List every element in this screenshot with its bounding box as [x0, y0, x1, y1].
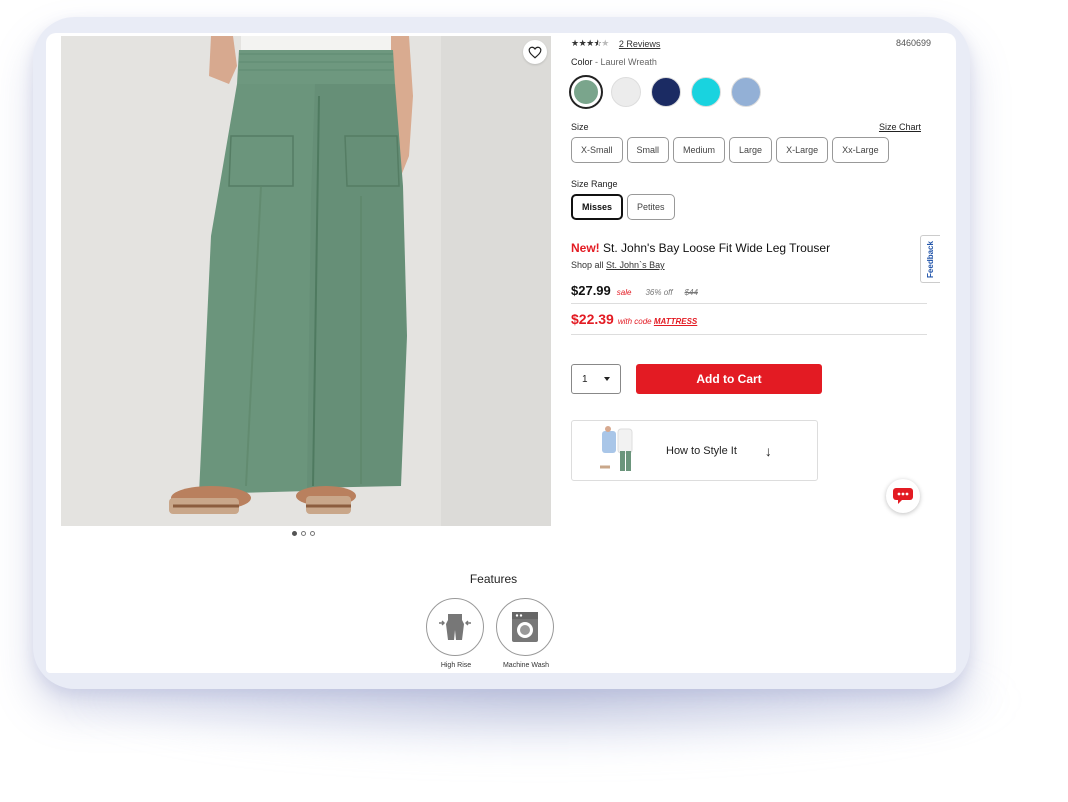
color-value: Laurel Wreath — [600, 57, 657, 67]
feature-label: Machine Wash — [502, 662, 550, 669]
size-range-misses[interactable]: Misses — [571, 194, 624, 220]
outfit-thumbnail — [600, 425, 633, 471]
shop-all-row: Shop all St. John`s Bay — [571, 260, 665, 270]
feature-label: High Rise — [440, 662, 472, 669]
quantity-select[interactable]: 1 — [571, 364, 621, 394]
swatch-chambray[interactable] — [731, 77, 761, 107]
size-range-label: Size Range — [571, 179, 618, 189]
size-option-large[interactable]: Large — [729, 137, 773, 163]
size-chart-link[interactable]: Size Chart — [879, 122, 921, 132]
product-sku: 8460699 — [895, 38, 931, 48]
promo-price: $22.39 — [571, 311, 614, 327]
carousel-dot[interactable] — [292, 531, 297, 536]
promo-text: with code MATTRESS — [617, 317, 698, 326]
wishlist-heart-button[interactable] — [523, 40, 547, 64]
chat-button[interactable] — [886, 479, 920, 513]
tablet-frame: ★★★☆★★ 2 Reviews 8460699 Color - Laurel … — [33, 17, 970, 689]
promo-row: $22.39 with code MATTRESS — [571, 311, 697, 327]
pants-photo — [61, 36, 551, 526]
size-option-x-small[interactable]: X-Small — [571, 137, 623, 163]
feature-circle — [496, 598, 554, 656]
reviews-link[interactable]: 2 Reviews — [619, 39, 661, 49]
feature-high-rise: High Rise — [426, 598, 486, 669]
rating-row: ★★★☆★★ 2 Reviews — [571, 38, 660, 49]
size-option-xx-large[interactable]: Xx-Large — [832, 137, 889, 163]
promo-code[interactable]: MATTRESS — [654, 317, 697, 326]
brand-link[interactable]: St. John`s Bay — [606, 260, 665, 270]
new-badge: New! — [571, 241, 600, 255]
color-label: Color — [571, 57, 593, 67]
swatch-turquoise[interactable] — [691, 77, 721, 107]
how-to-style-it-label: How to Style It — [666, 444, 737, 457]
carousel-dot[interactable] — [310, 531, 315, 536]
size-options: X-Small Small Medium Large X-Large Xx-La… — [571, 137, 889, 163]
arrow-down-icon: ↓ — [764, 442, 772, 459]
swatch-navy[interactable] — [651, 77, 681, 107]
quantity-value: 1 — [582, 373, 588, 385]
high-rise-icon — [439, 614, 471, 640]
product-page: ★★★☆★★ 2 Reviews 8460699 Color - Laurel … — [46, 33, 956, 673]
original-price: $44 — [684, 288, 698, 297]
percent-off: 36% off — [645, 288, 673, 297]
size-option-x-large[interactable]: X-Large — [776, 137, 829, 163]
swatch-white[interactable] — [611, 77, 641, 107]
divider — [571, 303, 927, 304]
washing-machine-icon — [512, 612, 538, 642]
carousel-dot[interactable] — [301, 531, 306, 536]
feature-machine-wash: Machine Wash — [496, 598, 556, 669]
chat-bubble-icon — [893, 488, 913, 504]
divider — [571, 334, 927, 335]
image-carousel-dots — [292, 531, 315, 536]
size-option-small[interactable]: Small — [626, 137, 670, 163]
product-name: St. John's Bay Loose Fit Wide Leg Trouse… — [603, 241, 831, 255]
color-swatches — [569, 75, 761, 109]
sale-price: $27.99 — [571, 283, 611, 298]
price-row: $27.99 sale 36% off $44 — [571, 283, 698, 298]
add-to-cart-button[interactable]: Add to Cart — [636, 364, 822, 394]
heart-icon — [528, 46, 542, 59]
size-range-options: Misses Petites — [571, 194, 675, 220]
size-range-petites[interactable]: Petites — [627, 194, 675, 220]
how-to-style-it-card[interactable]: How to Style It ↓ — [571, 420, 818, 481]
features-heading: Features — [469, 572, 518, 586]
swatch-laurel-wreath[interactable] — [569, 75, 603, 109]
feedback-label: Feedback — [926, 240, 935, 278]
sale-label: sale — [616, 288, 632, 297]
star-rating: ★★★☆★★ — [571, 38, 609, 48]
feedback-tab[interactable]: Feedback — [920, 235, 940, 283]
caret-down-icon — [604, 377, 610, 381]
product-image[interactable] — [61, 36, 551, 526]
size-option-medium[interactable]: Medium — [673, 137, 726, 163]
size-label: Size — [571, 122, 589, 132]
product-title: New! St. John's Bay Loose Fit Wide Leg T… — [571, 241, 830, 255]
feature-circle — [426, 598, 484, 656]
shop-all-prefix: Shop all — [571, 260, 604, 270]
color-label-row: Color - Laurel Wreath — [571, 57, 657, 67]
